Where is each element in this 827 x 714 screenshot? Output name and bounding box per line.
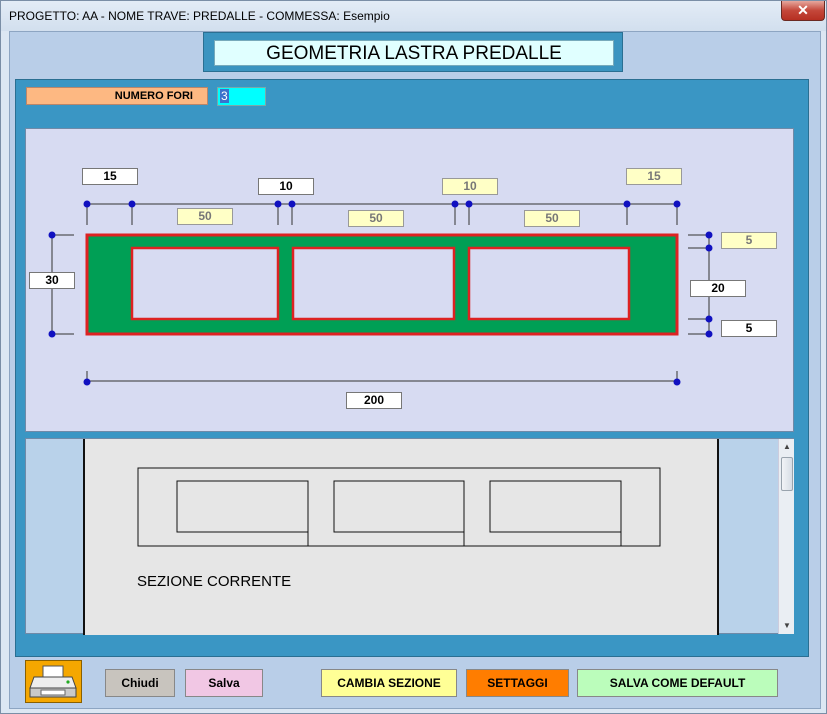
hole-2 (291, 246, 456, 321)
close-button[interactable]: ✕ (781, 1, 825, 21)
title-bar: PROGETTO: AA - NOME TRAVE: PREDALLE - CO… (1, 1, 826, 31)
settaggi-button[interactable]: SETTAGGI (466, 669, 569, 697)
hole-3-width-field: 50 (524, 210, 580, 227)
total-height-field[interactable]: 30 (29, 272, 75, 289)
salva-button[interactable]: Salva (185, 669, 263, 697)
hole-1 (130, 246, 280, 321)
printer-icon (29, 665, 77, 698)
header-box: GEOMETRIA LASTRA PREDALLE (203, 32, 623, 72)
scroll-thumb[interactable] (781, 457, 793, 491)
hole-height-field[interactable]: 20 (690, 280, 746, 297)
gap-1-field[interactable]: 10 (258, 178, 314, 195)
hole-2-width-field: 50 (348, 210, 404, 227)
page-title: GEOMETRIA LASTRA PREDALLE (214, 40, 614, 66)
section-label: SEZIONE CORRENTE (137, 573, 292, 590)
section-scrollbar[interactable]: ▲ ▼ (778, 439, 794, 634)
cambia-sezione-button[interactable]: CAMBIA SEZIONE (321, 669, 457, 697)
salva-default-button[interactable]: SALVA COME DEFAULT (577, 669, 778, 697)
numero-fori-input[interactable]: 3 (217, 87, 266, 106)
right-margin-field: 15 (626, 168, 682, 185)
hole-3 (467, 246, 631, 321)
left-margin-field[interactable]: 15 (82, 168, 138, 185)
numero-fori-value: 3 (220, 89, 229, 103)
scroll-down-icon[interactable]: ▼ (783, 621, 791, 630)
scroll-up-icon[interactable]: ▲ (783, 442, 791, 451)
print-button[interactable] (25, 660, 82, 703)
window-title: PROGETTO: AA - NOME TRAVE: PREDALLE - CO… (9, 9, 390, 23)
geometry-drawing-panel: 15 10 10 15 50 50 50 30 5 20 5 200 (25, 128, 794, 432)
total-width-field[interactable]: 200 (346, 392, 402, 409)
hole-1-width-field: 50 (177, 208, 233, 225)
bottom-cover-field[interactable]: 5 (721, 320, 777, 337)
numero-fori-label: NUMERO FORI (26, 87, 208, 105)
gap-2-field: 10 (442, 178, 498, 195)
top-cover-field: 5 (721, 232, 777, 249)
section-preview: SEZIONE CORRENTE (83, 439, 719, 635)
section-preview-panel: SEZIONE CORRENTE ▲ ▼ (25, 438, 794, 635)
section-outline (137, 467, 661, 547)
chiudi-button[interactable]: Chiudi (105, 669, 175, 697)
main-window: PROGETTO: AA - NOME TRAVE: PREDALLE - CO… (0, 0, 827, 714)
